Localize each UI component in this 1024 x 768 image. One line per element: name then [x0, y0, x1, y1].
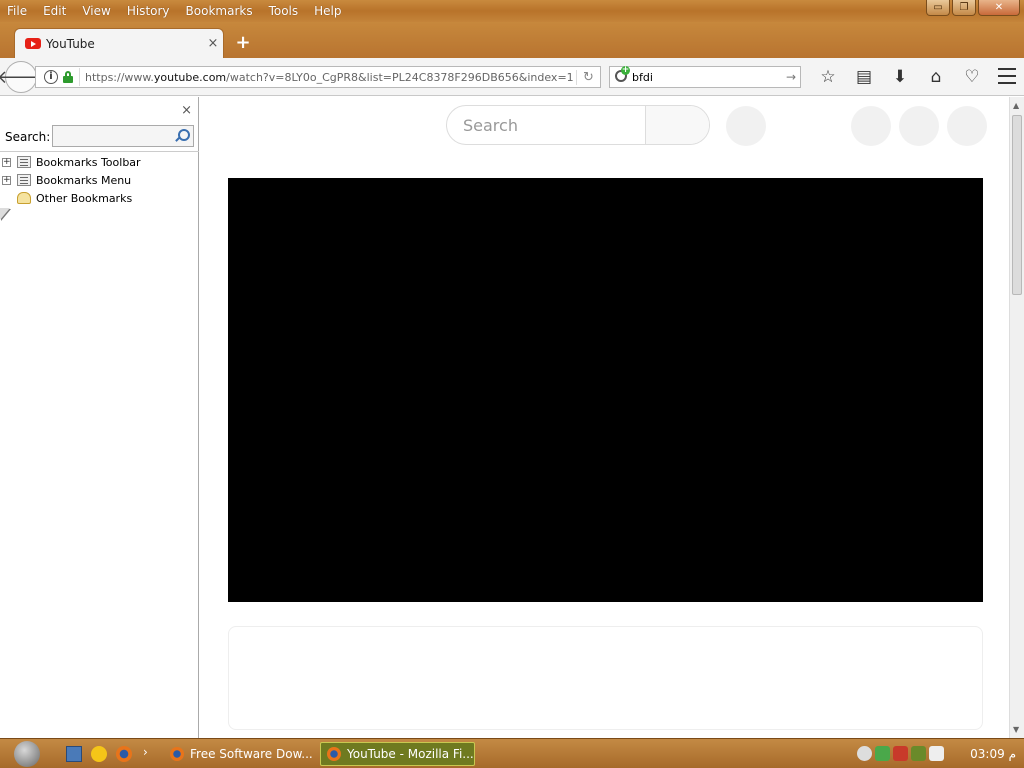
voice-search-placeholder: [726, 106, 766, 146]
menu-bar: File Edit View History Bookmarks Tools H…: [0, 0, 1024, 22]
toolbar-icons: ☆ ▤ ⬇ ⌂ ♡: [810, 66, 990, 88]
no-expander: [2, 194, 11, 203]
tray-update-icon[interactable]: [911, 746, 926, 761]
page-scrollbar[interactable]: ▲ ▼: [1009, 97, 1024, 738]
start-menu-icon[interactable]: [14, 741, 40, 767]
downloads-icon[interactable]: ⬇: [882, 66, 918, 88]
bookmarks-menu-icon: [17, 174, 31, 186]
back-button[interactable]: 🡐: [0, 61, 45, 93]
show-desktop-icon[interactable]: [66, 746, 82, 762]
tray-volume-icon[interactable]: [929, 746, 944, 761]
url-text[interactable]: https://www.youtube.com/watch?v=8LY0o_Cg…: [85, 71, 576, 84]
taskbar-task-youtube[interactable]: YouTube - Mozilla Fi...: [320, 742, 475, 766]
tree-item-bookmarks-menu[interactable]: + Bookmarks Menu: [0, 171, 199, 189]
search-engine-icon[interactable]: [614, 66, 630, 85]
tab-strip: YouTube × +: [0, 22, 1024, 58]
expand-icon[interactable]: +: [2, 157, 11, 167]
firefox-icon: [170, 747, 184, 761]
tree-item-other-bookmarks[interactable]: Other Bookmarks: [0, 189, 199, 207]
menu-history[interactable]: History: [127, 4, 170, 18]
youtube-search-box[interactable]: Search: [446, 105, 710, 145]
header-icon-placeholder: [851, 106, 891, 146]
menu-help[interactable]: Help: [314, 4, 341, 18]
task-label: YouTube - Mozilla Fi...: [347, 747, 474, 761]
sidebar-divider: [0, 151, 199, 152]
header-icon-placeholder: [899, 106, 939, 146]
mouse-cursor-icon: [0, 208, 10, 220]
search-input[interactable]: bfdi: [632, 71, 782, 84]
page-content: Search: [204, 97, 1009, 738]
firefox-launcher-icon[interactable]: [116, 746, 132, 762]
youtube-search-button[interactable]: [645, 106, 709, 144]
taskbar-task-free-software[interactable]: Free Software Dow...: [164, 742, 314, 766]
messenger-icon[interactable]: [91, 746, 107, 762]
window-controls: ▭ ❐ ✕: [926, 0, 1020, 16]
magnifier-icon: [175, 129, 190, 143]
system-tray: [857, 746, 944, 761]
sidebar-search-input[interactable]: [52, 125, 194, 147]
menu-tools[interactable]: Tools: [269, 4, 299, 18]
sidebar-close-icon[interactable]: ×: [181, 103, 192, 118]
task-label: Free Software Dow...: [190, 747, 313, 761]
scroll-down-icon[interactable]: ▼: [1013, 725, 1019, 734]
bookmarks-list-icon[interactable]: ▤: [846, 66, 882, 88]
taskbar-clock: 03:09 م: [970, 747, 1016, 761]
menu-hamburger-icon[interactable]: [998, 68, 1016, 84]
tray-chat-icon[interactable]: [857, 746, 872, 761]
navigation-bar: 🡐 i https://www.youtube.com/watch?v=8LY0…: [0, 58, 1024, 96]
scroll-thumb[interactable]: [1012, 115, 1022, 295]
search-go-icon[interactable]: →: [782, 70, 800, 84]
tree-item-label: Other Bookmarks: [36, 191, 133, 205]
search-bar[interactable]: bfdi →: [609, 66, 801, 88]
folder-icon: [17, 192, 31, 204]
quicklaunch-chevron-icon[interactable]: ›: [143, 745, 148, 759]
video-player[interactable]: [228, 178, 983, 602]
tab-youtube[interactable]: YouTube ×: [14, 28, 224, 58]
scroll-up-icon[interactable]: ▲: [1013, 101, 1019, 110]
home-icon[interactable]: ⌂: [918, 66, 954, 88]
new-tab-button[interactable]: +: [234, 34, 252, 52]
menu-edit[interactable]: Edit: [43, 4, 66, 18]
bookmarks-sidebar: × Search: + Bookmarks Toolbar + Bookmark…: [0, 97, 199, 738]
tree-item-label: Bookmarks Menu: [36, 173, 132, 187]
taskbar: › Free Software Dow... YouTube - Mozilla…: [0, 738, 1024, 768]
tree-item-label: Bookmarks Toolbar: [36, 155, 141, 169]
tray-security-icon[interactable]: [875, 746, 890, 761]
bookmark-star-icon[interactable]: ☆: [810, 66, 846, 88]
expand-icon[interactable]: +: [2, 175, 11, 185]
lock-icon: [63, 71, 73, 83]
close-window-button[interactable]: ✕: [978, 0, 1020, 16]
reload-icon[interactable]: ↻: [576, 69, 600, 85]
site-info-icon[interactable]: i: [44, 70, 58, 84]
menu-view[interactable]: View: [82, 4, 110, 18]
tree-item-bookmarks-toolbar[interactable]: + Bookmarks Toolbar: [0, 153, 199, 171]
tab-title: YouTube: [46, 36, 95, 51]
minimize-button[interactable]: ▭: [926, 0, 950, 16]
tab-close-icon[interactable]: ×: [203, 36, 223, 51]
video-info-placeholder: [228, 626, 983, 730]
menu-file[interactable]: File: [7, 4, 27, 18]
url-separator: [79, 68, 80, 86]
sidebar-search-label: Search:: [5, 130, 51, 144]
tray-network-icon[interactable]: [893, 746, 908, 761]
youtube-favicon-icon: [25, 38, 41, 49]
bookmarks-toolbar-icon: [17, 156, 31, 168]
pocket-icon[interactable]: ♡: [954, 66, 990, 88]
firefox-icon: [327, 747, 341, 761]
restore-button[interactable]: ❐: [952, 0, 976, 16]
youtube-search-input[interactable]: Search: [447, 106, 645, 144]
menu-bookmarks[interactable]: Bookmarks: [186, 4, 253, 18]
avatar-placeholder: [947, 106, 987, 146]
url-bar[interactable]: i https://www.youtube.com/watch?v=8LY0o_…: [35, 66, 601, 88]
bookmarks-tree: + Bookmarks Toolbar + Bookmarks Menu Oth…: [0, 153, 199, 207]
